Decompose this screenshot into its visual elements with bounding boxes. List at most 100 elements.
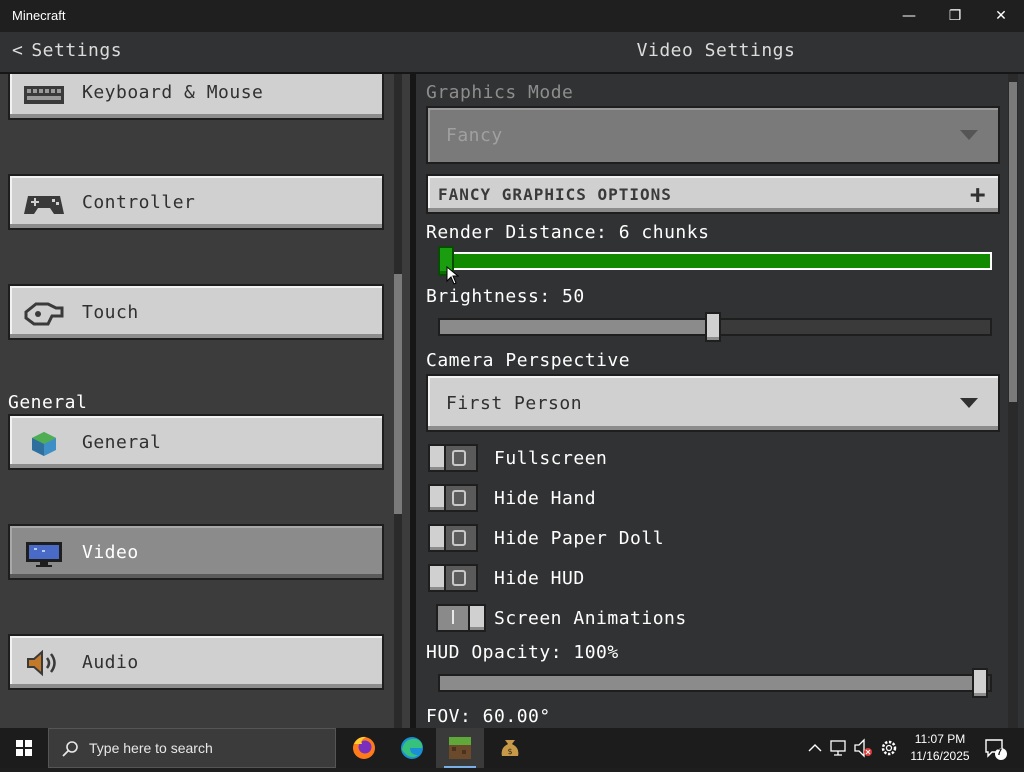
sidebar-item-general[interactable]: General bbox=[8, 414, 384, 470]
page-title: Video Settings bbox=[636, 40, 796, 61]
search-icon bbox=[62, 741, 78, 757]
fov-label: FOV: 60.00° bbox=[426, 706, 551, 727]
speaker-icon bbox=[27, 649, 56, 677]
volume-muted-icon bbox=[854, 738, 872, 758]
taskbar-app-minecraft[interactable] bbox=[436, 728, 484, 768]
toggle-knob bbox=[428, 444, 446, 472]
screen-animations-toggle[interactable] bbox=[436, 604, 486, 632]
taskbar-clock[interactable]: 11:07 PM 11/16/2025 bbox=[900, 731, 980, 765]
chevron-down-icon bbox=[960, 130, 978, 140]
brightness-label: Brightness: 50 bbox=[426, 286, 585, 307]
taskbar-app-edge[interactable] bbox=[388, 728, 436, 768]
chevron-up-icon bbox=[808, 744, 822, 752]
toggle-off-mark bbox=[452, 490, 466, 506]
network-tray-button[interactable] bbox=[828, 728, 850, 768]
camera-perspective-dropdown[interactable]: First Person bbox=[426, 374, 1000, 432]
sidebar-item-label: Touch bbox=[82, 302, 139, 323]
fullscreen-label: Fullscreen bbox=[494, 448, 608, 469]
settings-scrollbar-thumb[interactable] bbox=[1009, 82, 1017, 402]
sidebar-scrollbar-thumb[interactable] bbox=[394, 274, 402, 514]
fancy-graphics-options-title: FANCY GRAPHICS OPTIONS bbox=[438, 185, 672, 204]
fancy-graphics-options-expander[interactable]: FANCY GRAPHICS OPTIONS + bbox=[426, 174, 1000, 214]
notification-center-icon bbox=[985, 739, 1007, 760]
camera-perspective-label: Camera Perspective bbox=[426, 350, 631, 371]
settings-scrollbar[interactable] bbox=[1008, 74, 1018, 728]
render-distance-label: Render Distance: 6 chunks bbox=[426, 222, 710, 243]
toggle-off-mark bbox=[452, 530, 466, 546]
render-distance-slider[interactable] bbox=[438, 246, 992, 276]
back-button[interactable]: < Settings bbox=[12, 40, 122, 61]
hide-hud-label: Hide HUD bbox=[494, 568, 585, 589]
network-icon bbox=[830, 740, 846, 756]
keyboard-icon bbox=[24, 86, 64, 104]
windows-taskbar: Type here to search $ 11:07 PM 11/16/202… bbox=[0, 728, 1024, 768]
sidebar-item-controller[interactable]: Controller bbox=[8, 174, 384, 230]
section-heading-general: General bbox=[8, 392, 88, 413]
sidebar-item-label: Controller bbox=[82, 192, 196, 213]
taskbar-app-firefox[interactable] bbox=[340, 728, 388, 768]
brightness-slider-fill bbox=[440, 320, 715, 334]
brightness-slider-handle[interactable] bbox=[705, 312, 721, 342]
restore-button[interactable]: ❐ bbox=[932, 0, 978, 32]
taskbar-app-money-bag[interactable]: $ bbox=[486, 728, 534, 768]
graphics-mode-label: Graphics Mode bbox=[426, 82, 574, 103]
minimize-button[interactable]: — bbox=[886, 0, 932, 32]
window-title: Minecraft bbox=[12, 8, 66, 23]
search-placeholder: Type here to search bbox=[89, 740, 213, 756]
taskbar-search-box[interactable]: Type here to search bbox=[48, 728, 336, 768]
sidebar-item-label: Keyboard & Mouse bbox=[82, 82, 264, 103]
graphics-mode-value: Fancy bbox=[446, 125, 503, 146]
sidebar-item-label: Video bbox=[82, 542, 139, 563]
mouse-cursor-icon bbox=[446, 266, 460, 285]
toggle-knob bbox=[428, 524, 446, 552]
sidebar-scrollbar[interactable] bbox=[394, 74, 402, 728]
toggle-off-mark bbox=[452, 570, 466, 586]
sidebar-item-video[interactable]: Video bbox=[8, 524, 384, 580]
notifications-button[interactable]: 7 bbox=[980, 728, 1010, 768]
hide-hud-toggle[interactable] bbox=[428, 564, 478, 592]
clock-time: 11:07 PM bbox=[914, 732, 966, 746]
toggle-on-mark bbox=[452, 610, 454, 624]
hud-opacity-slider-fill bbox=[440, 676, 982, 690]
back-label: Settings bbox=[31, 40, 123, 61]
settings-tray-button[interactable] bbox=[878, 728, 900, 768]
show-hidden-icons-button[interactable] bbox=[806, 728, 824, 768]
window-title-bar: Minecraft — ❐ ✕ bbox=[0, 0, 1024, 32]
notification-count: 7 bbox=[997, 747, 1003, 757]
sidebar-item-touch[interactable]: Touch bbox=[8, 284, 384, 340]
hud-opacity-slider-handle[interactable] bbox=[972, 668, 988, 698]
close-button[interactable]: ✕ bbox=[978, 0, 1024, 32]
sidebar-item-keyboard-mouse[interactable]: Keyboard & Mouse bbox=[8, 74, 384, 120]
plus-icon: + bbox=[969, 180, 986, 210]
minecraft-icon bbox=[449, 737, 471, 759]
globe-block-icon bbox=[32, 432, 56, 456]
brightness-slider[interactable] bbox=[438, 312, 992, 342]
chevron-left-icon: < bbox=[12, 40, 24, 61]
graphics-mode-dropdown: Fancy bbox=[426, 106, 1000, 164]
fullscreen-toggle[interactable] bbox=[428, 444, 478, 472]
hud-opacity-slider[interactable] bbox=[438, 668, 992, 698]
camera-perspective-value: First Person bbox=[446, 393, 583, 414]
screen-animations-label: Screen Animations bbox=[494, 608, 687, 629]
sidebar-item-audio[interactable]: Audio bbox=[8, 634, 384, 690]
hide-hand-toggle[interactable] bbox=[428, 484, 478, 512]
toggle-off-mark bbox=[452, 450, 466, 466]
toggle-knob bbox=[428, 484, 446, 512]
edge-icon bbox=[401, 737, 423, 759]
clock-date: 11/16/2025 bbox=[910, 749, 970, 763]
settings-header: < Settings Video Settings bbox=[0, 32, 1024, 74]
sidebar-item-label: Audio bbox=[82, 652, 139, 673]
start-button[interactable] bbox=[0, 728, 48, 768]
svg-text:$: $ bbox=[507, 747, 512, 756]
monitor-icon bbox=[26, 542, 62, 567]
hud-opacity-label: HUD Opacity: 100% bbox=[426, 642, 619, 663]
gear-icon bbox=[881, 740, 897, 756]
hide-paper-doll-toggle[interactable] bbox=[428, 524, 478, 552]
touch-hand-icon bbox=[24, 302, 64, 326]
firefox-icon bbox=[353, 736, 375, 759]
video-settings-panel: Graphics Mode Fancy FANCY GRAPHICS OPTIO… bbox=[416, 74, 1024, 728]
toggle-knob bbox=[468, 604, 486, 632]
chevron-down-icon bbox=[960, 398, 978, 408]
volume-tray-button[interactable] bbox=[852, 728, 874, 768]
hide-paper-doll-label: Hide Paper Doll bbox=[494, 528, 665, 549]
